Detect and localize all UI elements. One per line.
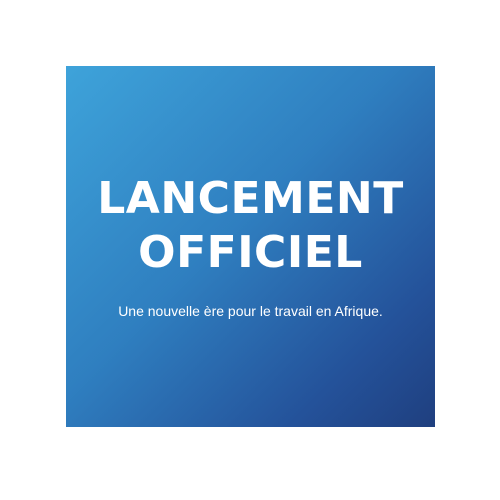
page-canvas: LANCEMENT OFFICIEL Une nouvelle ère pour… (0, 0, 500, 500)
launch-banner: LANCEMENT OFFICIEL Une nouvelle ère pour… (66, 66, 435, 427)
banner-headline: LANCEMENT OFFICIEL (66, 172, 435, 280)
headline-line-2: OFFICIEL (138, 227, 363, 278)
banner-subtitle: Une nouvelle ère pour le travail en Afri… (118, 303, 383, 319)
headline-line-1: LANCEMENT (97, 173, 404, 224)
